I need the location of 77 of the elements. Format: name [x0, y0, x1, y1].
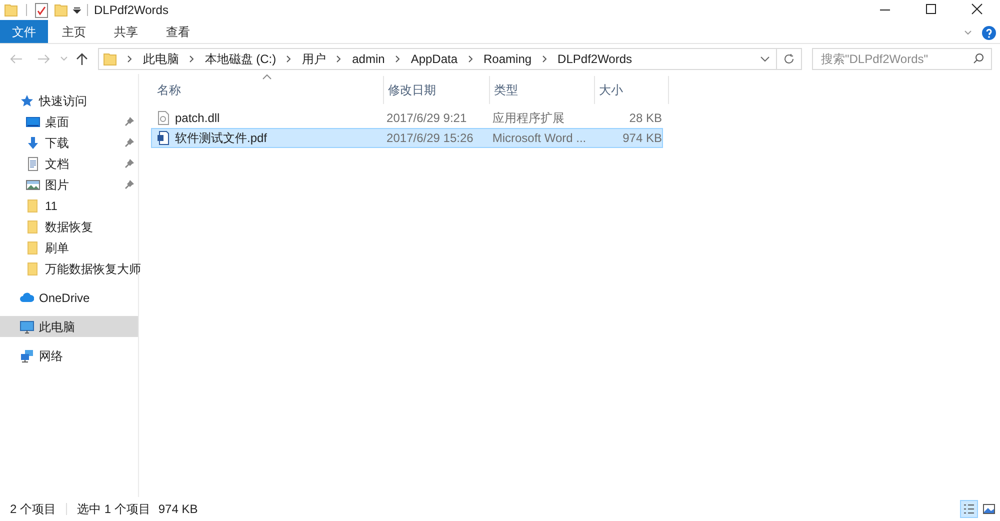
selection-size: 974 KB [158, 501, 198, 518]
sidebar-item[interactable]: 网络 [0, 345, 138, 366]
folder-icon [26, 198, 40, 212]
details-view-icon[interactable] [960, 500, 978, 518]
dropdown-icon[interactable] [760, 56, 770, 62]
type-cell: 应用程序扩展 [492, 111, 564, 125]
sidebar-item[interactable]: 数据恢复 [0, 216, 138, 237]
item-count: 2 个项目 [10, 501, 56, 518]
help-icon[interactable] [982, 26, 996, 40]
chevron-icon[interactable] [336, 55, 342, 63]
sidebar-item[interactable]: 刷单 [0, 237, 138, 258]
sidebar-item[interactable]: 11 [0, 195, 138, 216]
folder-icon [26, 220, 40, 234]
chevron-icon[interactable] [126, 55, 133, 63]
search-icon[interactable] [973, 53, 984, 64]
desktop-icon [26, 114, 40, 128]
network-icon [20, 348, 34, 362]
sidebar-item[interactable]: 下载 [0, 132, 138, 153]
chevron-icon[interactable] [188, 55, 195, 63]
chevron-icon[interactable] [468, 55, 474, 63]
size-cell: 974 KB [622, 131, 662, 145]
file-icon [157, 111, 169, 125]
pin-icon[interactable] [125, 180, 134, 189]
column-header[interactable]: 大小 [599, 81, 623, 99]
chevron-icon[interactable] [286, 55, 292, 63]
file-row[interactable]: patch.dll 2017/6/29 9:21 应用程序扩展 28 KB [151, 108, 663, 128]
computer-icon [20, 320, 34, 334]
column-header[interactable]: 修改日期 [388, 81, 436, 99]
selection-count: 选中 1 个项目 [77, 501, 150, 518]
type-cell: Microsoft Word ... [492, 131, 586, 145]
search-field[interactable]: 搜索"DLPdf2Words" [812, 48, 992, 70]
sidebar-item[interactable]: 文档 [0, 153, 138, 174]
download-icon [26, 136, 40, 150]
breadcrumb-item[interactable]: 本地磁盘 (C:) [204, 50, 276, 68]
properties-icon[interactable] [35, 2, 48, 18]
chevron-icon[interactable] [542, 55, 548, 63]
sidebar-item[interactable]: 万能数据恢复大师 [0, 258, 138, 279]
cloud-icon [20, 290, 34, 304]
breadcrumb-item[interactable]: 用户 [302, 50, 326, 68]
chevron-icon[interactable] [394, 55, 401, 63]
up-icon[interactable] [76, 52, 88, 66]
sidebar-item[interactable]: OneDrive [0, 287, 138, 308]
sidebar-item[interactable]: 快速访问 [0, 90, 138, 111]
breadcrumb-item[interactable]: Roaming [484, 50, 532, 68]
word-document-icon [157, 131, 169, 145]
file-name: patch.dll [175, 110, 220, 127]
date-cell: 2017/6/29 15:26 [386, 131, 474, 145]
breadcrumb-item[interactable]: AppData [410, 50, 458, 68]
sidebar-item[interactable]: 此电脑 [0, 316, 138, 337]
pin-icon[interactable] [125, 138, 134, 147]
address-bar[interactable]: 此电脑 本地磁盘 (C:) 用户 admin AppData Roaming DLPdf2Words [98, 48, 802, 70]
breadcrumb-item[interactable]: 此电脑 [142, 50, 179, 68]
breadcrumb-item[interactable]: admin [352, 50, 385, 68]
ribbon-tab[interactable]: 查看 [152, 20, 204, 43]
pin-icon[interactable] [125, 159, 134, 168]
ribbon-tab[interactable]: 主页 [48, 20, 100, 43]
ribbon-tab[interactable]: 共享 [100, 20, 152, 43]
date-cell: 2017/6/29 9:21 [386, 111, 467, 125]
file-name: 软件测试文件.pdf [175, 130, 268, 147]
folder-icon [102, 52, 117, 66]
size-cell: 28 KB [629, 111, 662, 125]
folder-icon [26, 262, 40, 276]
file-menu-button[interactable]: 文件 [0, 20, 48, 43]
column-header[interactable]: 类型 [494, 81, 518, 99]
star-icon [20, 94, 34, 108]
dropdown-icon[interactable] [73, 6, 81, 14]
refresh-icon[interactable] [783, 53, 795, 65]
window-title: DLPdf2Words [94, 2, 168, 19]
breadcrumb-item[interactable]: DLPdf2Words [558, 50, 632, 68]
image-icon [26, 178, 40, 192]
pin-icon[interactable] [125, 117, 134, 126]
sidebar-item[interactable]: 桌面 [0, 111, 138, 132]
file-row[interactable]: 软件测试文件.pdf 2017/6/29 15:26 Microsoft Word ... 974 KB [151, 128, 663, 148]
document-icon [26, 156, 40, 170]
column-header[interactable]: 名称 [157, 81, 181, 99]
sidebar-item[interactable]: 图片 [0, 174, 138, 195]
folder-icon [26, 240, 40, 254]
